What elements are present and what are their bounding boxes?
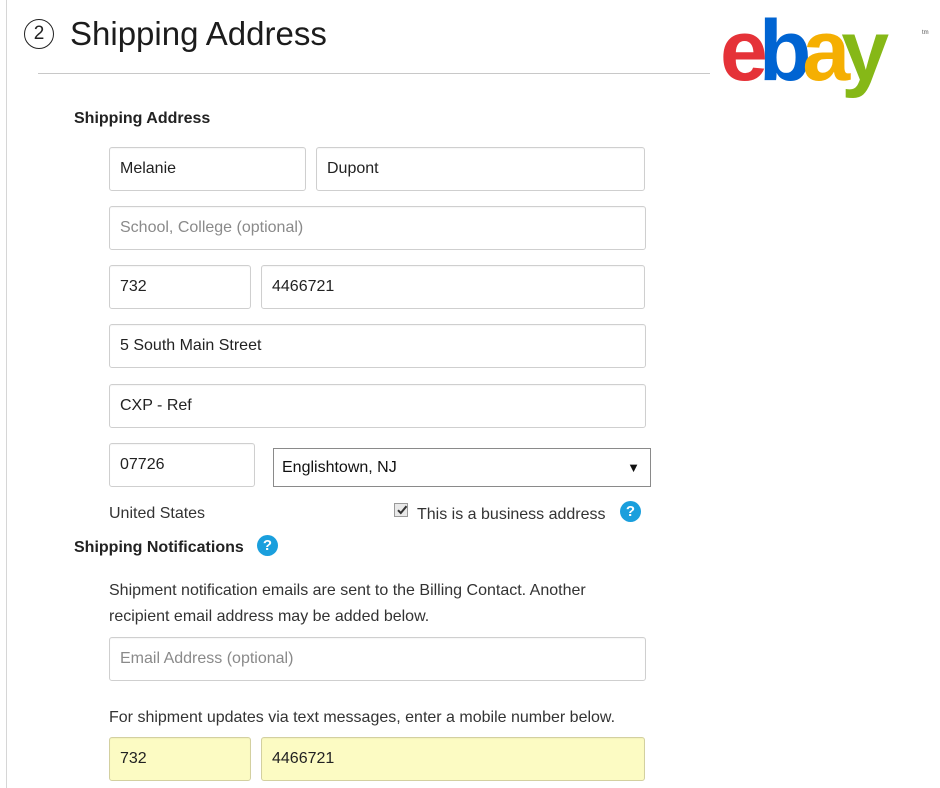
first-name-field[interactable]	[109, 147, 306, 191]
country-label: United States	[109, 505, 206, 522]
title-divider	[38, 73, 710, 74]
last-name-field[interactable]	[316, 147, 645, 191]
left-border	[6, 0, 7, 788]
logo-letter-b: b	[759, 4, 808, 99]
ebay-logo: ebay tm	[720, 4, 929, 99]
email-info-text-line2: recipient email address may be added bel…	[109, 608, 430, 625]
phone-area-code-field[interactable]	[109, 265, 251, 309]
logo-letter-y: y	[841, 4, 889, 99]
business-address-checkbox[interactable]	[394, 503, 408, 517]
mobile-number-field[interactable]	[261, 737, 645, 781]
notifications-help-icon[interactable]: ?	[257, 535, 278, 556]
business-address-help-icon[interactable]: ?	[620, 501, 641, 522]
address-line1-field[interactable]	[109, 324, 646, 368]
city-state-select[interactable]: Englishtown, NJ ▼	[273, 448, 651, 487]
business-address-label: This is a business address	[417, 506, 606, 523]
shipping-address-heading: Shipping Address	[74, 110, 211, 127]
zip-code-field[interactable]	[109, 443, 255, 487]
phone-number-field[interactable]	[261, 265, 645, 309]
logo-trademark: tm	[922, 30, 929, 36]
svg-text:ebay: ebay	[720, 4, 889, 99]
address-line2-field[interactable]	[109, 384, 646, 428]
email-info-text-line1: Shipment notification emails are sent to…	[109, 582, 586, 599]
email-field[interactable]	[109, 637, 646, 681]
step-number-badge: 2	[24, 19, 54, 49]
sms-info-text: For shipment updates via text messages, …	[109, 709, 616, 726]
checkmark-icon	[397, 505, 408, 515]
dropdown-caret-icon: ▼	[627, 460, 640, 475]
city-state-value: Englishtown, NJ	[282, 459, 397, 476]
mobile-area-code-field[interactable]	[109, 737, 251, 781]
page-title: Shipping Address	[70, 15, 327, 52]
company-field[interactable]	[109, 206, 646, 250]
shipping-notifications-heading: Shipping Notifications	[74, 539, 244, 556]
